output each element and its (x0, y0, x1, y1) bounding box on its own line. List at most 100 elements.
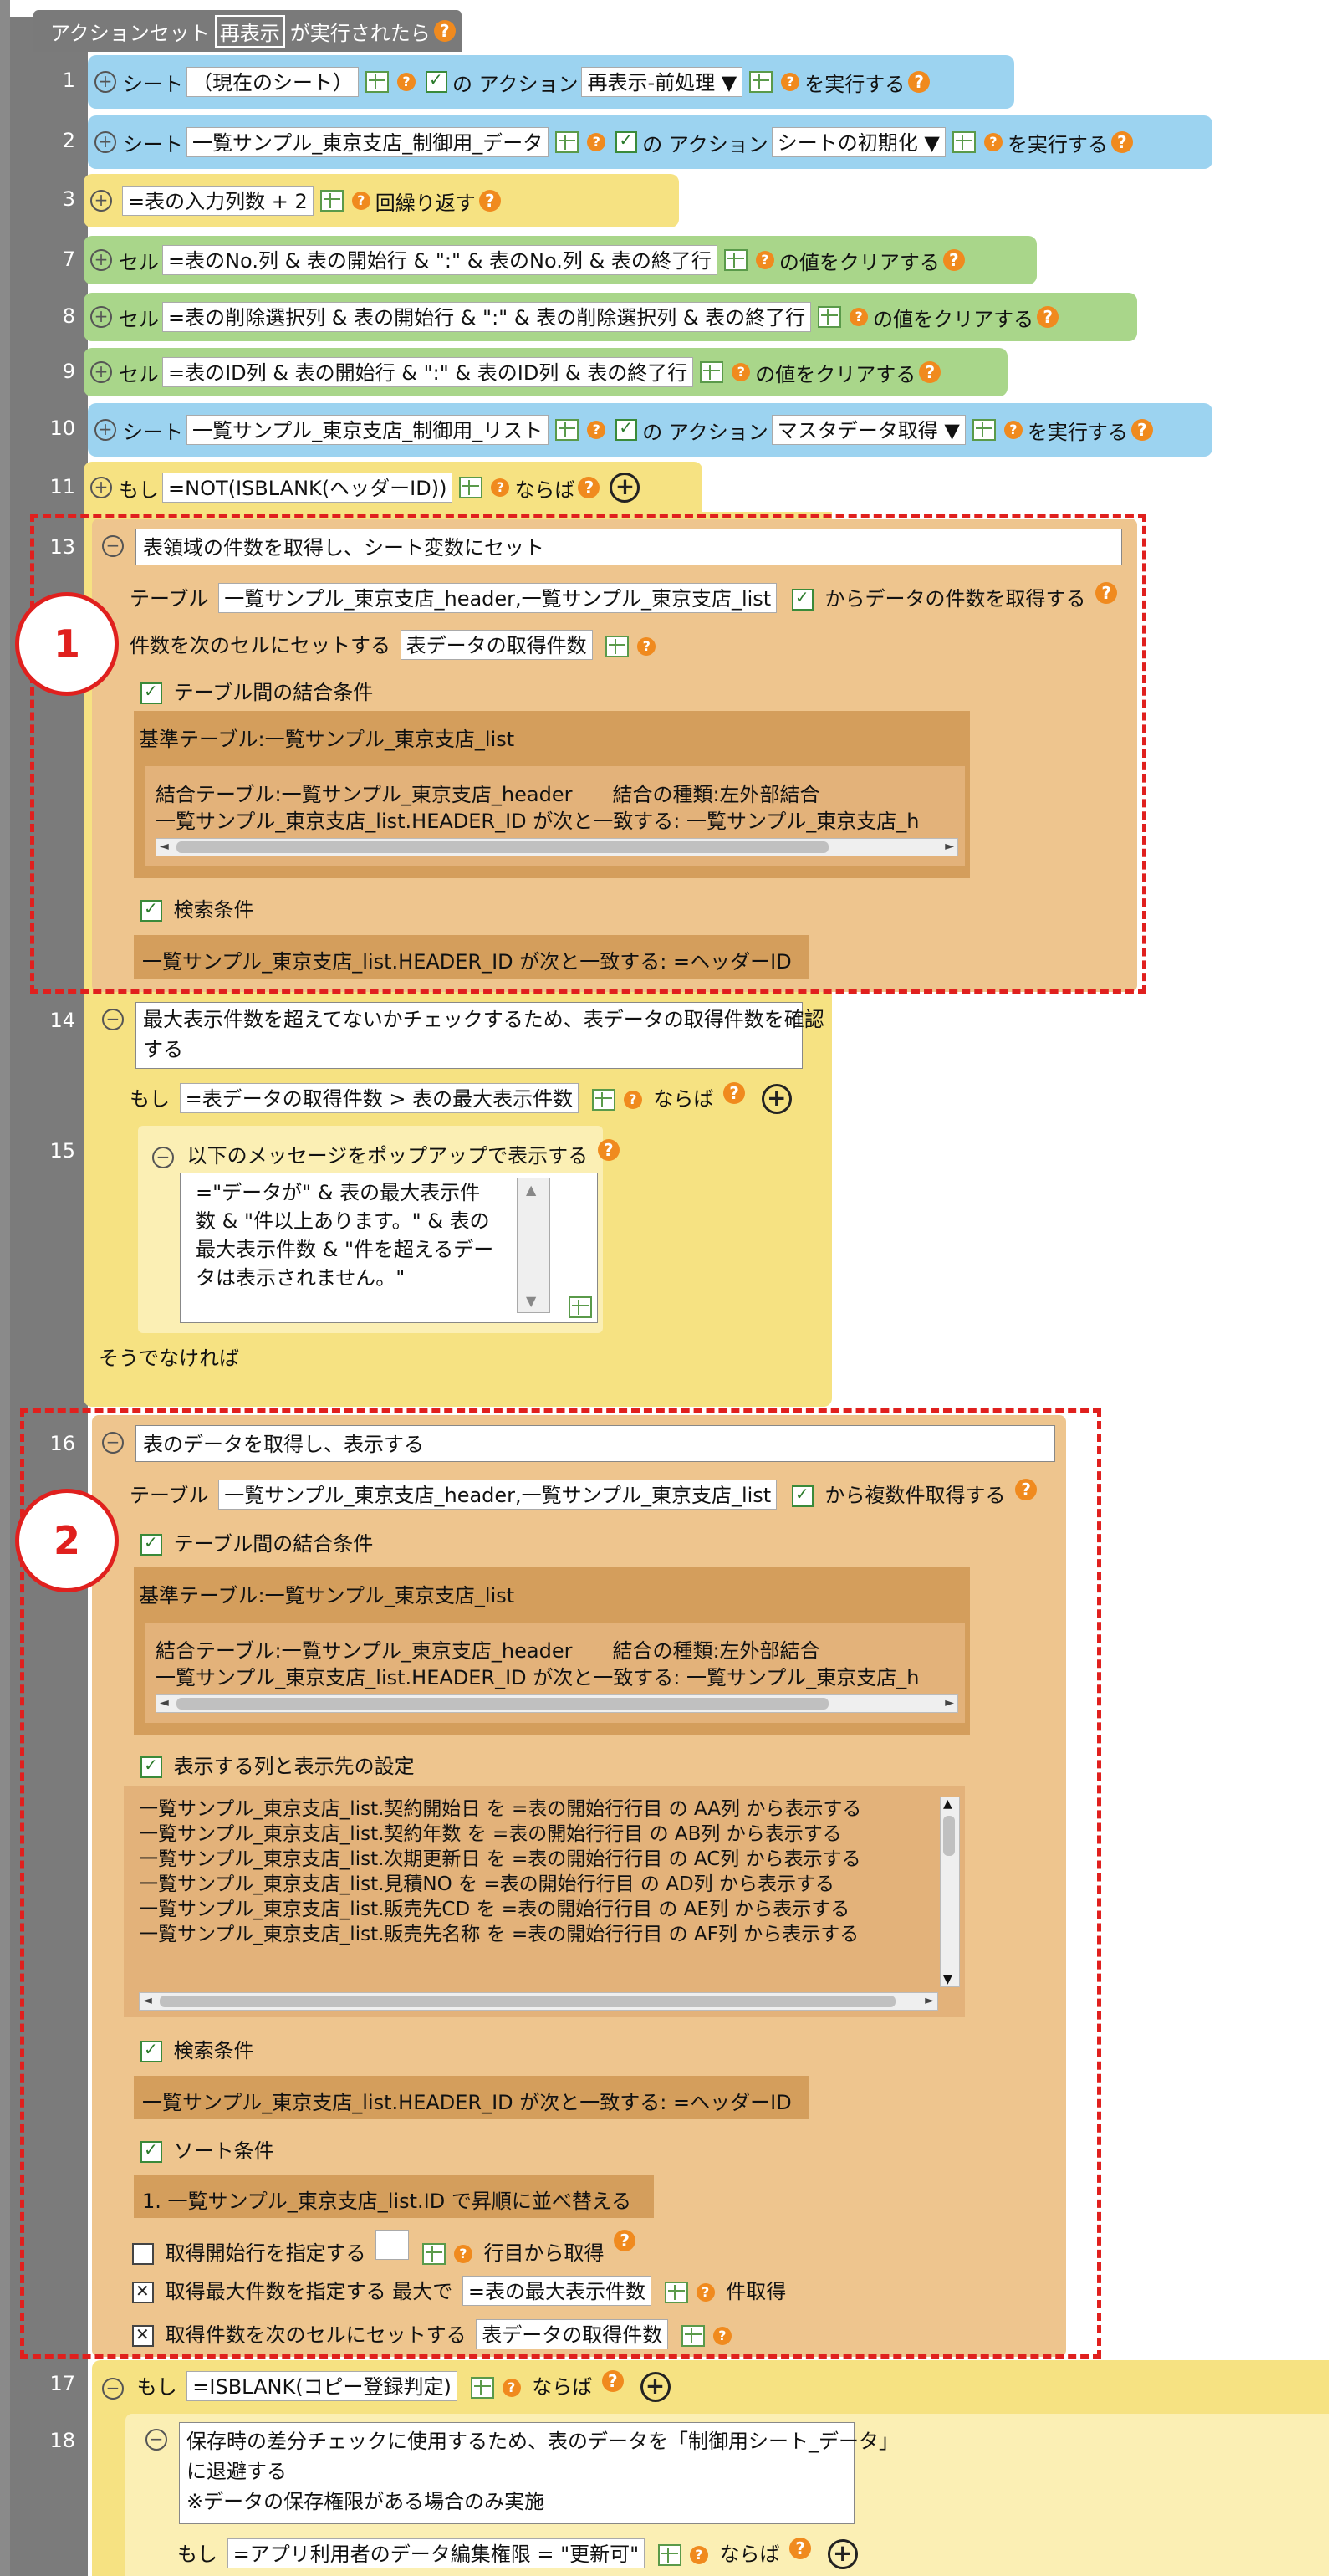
label-then: ならば (514, 478, 575, 502)
vscrollbar[interactable]: ▲ ▼ (517, 1178, 550, 1313)
collapse-icon[interactable]: − (102, 1009, 124, 1030)
query-icon[interactable]: ? (397, 73, 416, 91)
add-branch-icon[interactable]: + (640, 2372, 671, 2402)
expand-icon[interactable]: + (94, 71, 116, 93)
query-icon[interactable]: ? (587, 421, 606, 439)
label-loop: 回繰り返す (375, 191, 476, 215)
sheet-field[interactable]: （現在のシート） (186, 67, 359, 97)
checkbox-icon[interactable] (615, 130, 638, 153)
help-icon[interactable]: ? (942, 249, 965, 271)
cell-range-field[interactable]: =表の削除選択列 & 表の開始行 & ":" & 表の削除選択列 & 表の終了行 (162, 302, 812, 332)
header-event[interactable]: 再表示 (214, 14, 285, 48)
table-icon[interactable] (569, 1296, 592, 1318)
cell-range-field[interactable]: =表のNo.列 & 表の開始行 & ":" & 表のNo.列 & 表の終了行 (162, 245, 717, 275)
query-icon[interactable]: ? (689, 2546, 708, 2564)
checkbox-icon[interactable] (426, 69, 447, 93)
expand-icon[interactable]: + (94, 419, 116, 441)
table-icon[interactable] (319, 190, 344, 212)
line-number: 11 (49, 475, 75, 498)
action-select[interactable]: 再表示-前処理 ▼ (581, 67, 743, 97)
query-icon[interactable]: ? (755, 251, 774, 269)
table-icon[interactable] (657, 2544, 681, 2566)
table-icon[interactable] (365, 71, 389, 93)
line-number: 10 (49, 417, 75, 440)
table-icon[interactable] (700, 361, 724, 383)
sheet-field[interactable]: 一覧サンプル_東京支店_制御用_リスト (186, 415, 549, 445)
comment-field-18[interactable]: 保存時の差分チェックに使用するため、表のデータを「制御用シート_データ」 に退避… (179, 2422, 899, 2524)
expand-icon[interactable]: + (90, 306, 112, 328)
line-number: 8 (62, 304, 75, 328)
table-icon[interactable] (723, 249, 748, 271)
help-icon[interactable]: ? (1110, 131, 1133, 153)
condition-field[interactable]: =アプリ利用者のデータ編集権限 = "更新可" (227, 2538, 645, 2568)
add-branch-icon[interactable]: + (610, 473, 640, 503)
query-icon[interactable]: ? (491, 478, 510, 497)
expand-icon[interactable]: + (90, 361, 112, 383)
help-icon[interactable]: ? (601, 2370, 624, 2392)
line-number: 2 (62, 129, 75, 152)
query-icon[interactable]: ? (587, 133, 606, 151)
annotation-marker-2: 2 (15, 1489, 119, 1592)
keyword-action: アクション (668, 132, 768, 156)
collapse-icon[interactable]: − (102, 2378, 124, 2400)
label-of: の (642, 420, 663, 444)
loop-count-field[interactable]: =表の入力列数 + 2 (122, 186, 314, 216)
keyword-cell: セル (119, 250, 159, 274)
query-icon[interactable]: ? (732, 363, 751, 381)
table-icon[interactable] (555, 419, 579, 441)
condition-field[interactable]: =ISBLANK(コピー登録判定) (186, 2371, 457, 2401)
action-select[interactable]: マスタデータ取得 ▼ (771, 415, 966, 445)
table-icon[interactable] (555, 131, 579, 153)
scroll-up-icon[interactable]: ▲ (526, 1182, 536, 1198)
query-icon[interactable]: ? (502, 2379, 521, 2397)
condition-field[interactable]: =表データの取得件数 > 表の最大表示件数 (179, 1083, 579, 1113)
keyword-sheet: シート (123, 72, 183, 96)
condition-field[interactable]: =NOT(ISBLANK(ヘッダーID)) (162, 473, 453, 503)
keyword-cell: セル (119, 307, 159, 331)
table-icon[interactable] (818, 306, 842, 328)
line-number: 15 (49, 1139, 75, 1163)
table-icon[interactable] (952, 131, 976, 153)
help-icon[interactable]: ? (578, 477, 600, 498)
cell-range-field[interactable]: =表のID列 & 表の開始行 & ":" & 表のID列 & 表の終了行 (162, 357, 694, 387)
help-icon[interactable]: ? (1130, 419, 1153, 441)
help-icon[interactable]: ? (789, 2538, 812, 2559)
query-icon[interactable]: ? (623, 1091, 642, 1109)
scroll-down-icon[interactable]: ▼ (526, 1293, 536, 1309)
table-icon[interactable] (972, 419, 996, 441)
expand-icon[interactable]: + (90, 477, 112, 498)
help-icon[interactable]: ? (478, 190, 501, 212)
help-icon[interactable]: ? (433, 20, 456, 42)
add-branch-icon[interactable]: + (827, 2539, 858, 2569)
query-icon[interactable]: ? (983, 133, 1003, 151)
keyword-action: アクション (668, 420, 768, 444)
table-icon[interactable] (470, 2377, 494, 2399)
help-icon[interactable]: ? (919, 361, 941, 383)
comment-field-14[interactable]: 最大表示件数を超えてないかチェックするため、表データの取得件数を確認 する (135, 1002, 824, 1069)
popup-title-15: − 以下のメッセージをポップアップで表示する ? (145, 1139, 623, 1168)
add-branch-icon[interactable]: + (761, 1084, 792, 1114)
query-icon[interactable]: ? (351, 192, 370, 210)
expand-icon[interactable]: + (90, 249, 112, 271)
action-select[interactable]: シートの初期化 ▼ (771, 127, 946, 157)
query-icon[interactable]: ? (850, 308, 869, 326)
expand-icon[interactable]: + (94, 131, 116, 153)
collapse-icon[interactable]: − (145, 2429, 167, 2451)
help-icon[interactable]: ? (723, 1082, 746, 1104)
help-icon[interactable]: ? (908, 71, 931, 93)
help-icon[interactable]: ? (597, 1139, 620, 1161)
sheet-field[interactable]: 一覧サンプル_東京支店_制御用_データ (186, 127, 549, 157)
query-icon[interactable]: ? (1003, 421, 1023, 439)
keyword-sheet: シート (123, 420, 183, 444)
table-icon[interactable] (459, 477, 483, 498)
query-icon[interactable]: ? (781, 73, 800, 91)
keyword-if: もし (130, 1087, 170, 1111)
expand-icon[interactable]: + (90, 190, 112, 212)
label-clear: の値をクリアする (873, 307, 1034, 331)
table-icon[interactable] (749, 71, 773, 93)
collapse-icon[interactable]: − (152, 1147, 174, 1168)
checkbox-icon[interactable] (615, 417, 638, 441)
help-icon[interactable]: ? (1037, 306, 1059, 328)
table-icon[interactable] (591, 1089, 615, 1111)
label-then: ならば (719, 2543, 780, 2566)
